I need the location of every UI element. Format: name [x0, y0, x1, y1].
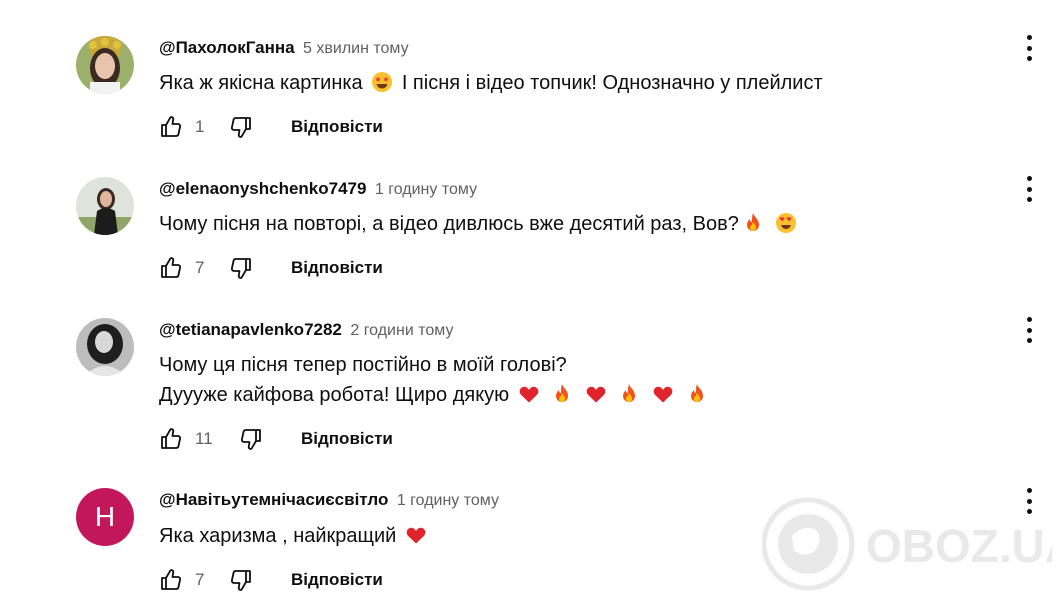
- thumbs-up-icon[interactable]: [159, 256, 183, 280]
- like-count: 1: [195, 117, 205, 136]
- comment-text-line-2: Дуууже кайфова робота! Щиро дякую: [159, 380, 711, 410]
- red-heart-emoji: [585, 383, 607, 405]
- like-count: 7: [195, 570, 205, 589]
- watermark-text: OBOZ.UA: [866, 520, 1052, 572]
- comment-timestamp[interactable]: 2 години тому: [350, 322, 453, 339]
- red-heart-emoji: [652, 383, 674, 405]
- more-vertical-icon[interactable]: [1018, 174, 1040, 204]
- avatar[interactable]: [76, 318, 134, 376]
- red-heart-emoji: [518, 383, 540, 405]
- avatar-letter: Н: [94, 501, 116, 532]
- avatar[interactable]: Н: [76, 488, 134, 546]
- comment-text-line: Дуууже кайфова робота! Щиро дякую: [159, 384, 510, 406]
- fire-emoji: [618, 383, 640, 405]
- comment-text-line: Чому пісня на повторі, а відео дивлюсь в…: [159, 213, 739, 235]
- comment-timestamp[interactable]: 5 хвилин тому: [303, 40, 409, 57]
- like-count: 11: [195, 429, 213, 448]
- comment-text-line: Яка ж якісна картинка: [159, 72, 363, 94]
- more-vertical-icon[interactable]: [1018, 315, 1040, 345]
- reply-button[interactable]: Відповісти: [301, 429, 393, 449]
- avatar[interactable]: [76, 36, 134, 94]
- fire-emoji: [551, 383, 573, 405]
- heart-eyes-emoji: [775, 212, 797, 234]
- comment-author[interactable]: @Навітьутемнічасиєсвітло: [159, 490, 388, 509]
- comment-text-line: І пісня і відео топчик! Однозначно у пле…: [401, 72, 823, 94]
- more-vertical-icon[interactable]: [1018, 33, 1040, 63]
- thumbs-up-icon[interactable]: [159, 568, 183, 592]
- avatar[interactable]: [76, 177, 134, 235]
- comment-author[interactable]: @elenaonyshchenko7479: [159, 179, 366, 198]
- comment-author[interactable]: @tetianapavlenko7282: [159, 320, 342, 339]
- fire-emoji: [742, 212, 764, 234]
- reply-button[interactable]: Відповісти: [291, 570, 383, 590]
- comment-text: Чому пісня на повторі, а відео дивлюсь в…: [159, 209, 800, 239]
- thumbs-up-icon[interactable]: [159, 115, 183, 139]
- like-count: 7: [195, 258, 205, 277]
- comment-timestamp[interactable]: 1 годину тому: [375, 181, 477, 198]
- comment-text: Чому ця пісня тепер постійно в моїй голо…: [159, 350, 711, 410]
- comment-actions: 7 Відповісти: [159, 566, 383, 594]
- watermark-logo: OBOZ.UA: [762, 496, 1052, 594]
- comment-text-line: Чому ця пісня тепер постійно в моїй голо…: [159, 354, 567, 376]
- comment-actions: 11 Відповісти: [159, 425, 393, 453]
- reply-button[interactable]: Відповісти: [291, 117, 383, 137]
- thumbs-down-icon[interactable]: [239, 427, 263, 451]
- thumbs-up-icon[interactable]: [159, 427, 183, 451]
- thumbs-down-icon[interactable]: [229, 256, 253, 280]
- comment-text-line: Яка харизма , найкращий: [159, 525, 397, 547]
- comment-actions: 1 Відповісти: [159, 113, 383, 141]
- comment-author[interactable]: @ПахолокГанна: [159, 38, 295, 57]
- reply-button[interactable]: Відповісти: [291, 258, 383, 278]
- comment-text: Яка харизма , найкращий: [159, 521, 430, 551]
- comment-timestamp[interactable]: 1 годину тому: [397, 492, 499, 509]
- comment-actions: 7 Відповісти: [159, 254, 383, 282]
- comment-text: Яка ж якісна картинка І пісня і відео то…: [159, 68, 823, 98]
- fire-emoji: [686, 383, 708, 405]
- thumbs-down-icon[interactable]: [229, 115, 253, 139]
- thumbs-down-icon[interactable]: [229, 568, 253, 592]
- star-struck-emoji: [371, 71, 393, 93]
- red-heart-emoji: [405, 524, 427, 546]
